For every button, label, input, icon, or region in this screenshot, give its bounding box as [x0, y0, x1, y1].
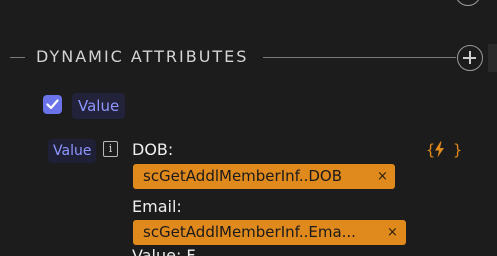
dob-label: DOB: — [132, 140, 174, 159]
email-binding-token[interactable]: scGetAddlMemberInf..Ema... × — [133, 220, 406, 245]
previous-section-add-icon[interactable] — [455, 0, 481, 6]
attribute-name-chip[interactable]: Value — [72, 93, 126, 119]
dob-token-remove-icon[interactable]: × — [377, 164, 388, 189]
dob-token-text: scGetAddlMemberInf..DOB — [143, 167, 343, 185]
dob-binding-token[interactable]: scGetAddlMemberInf..DOB × — [133, 164, 395, 189]
scrollbar-edge[interactable] — [488, 44, 497, 72]
dynamic-binding-button[interactable]: { } — [426, 139, 462, 163]
next-field-label: Value: F — [132, 246, 196, 256]
add-attribute-button[interactable] — [457, 45, 483, 71]
lightning-bolt-icon — [435, 141, 444, 158]
section-title: DYNAMIC ATTRIBUTES — [36, 47, 249, 66]
attribute-enabled-checkbox[interactable] — [43, 95, 62, 114]
checkmark-icon — [46, 99, 59, 110]
email-token-remove-icon[interactable]: × — [387, 220, 398, 245]
header-divider-left — [10, 57, 25, 58]
info-icon[interactable]: i — [103, 141, 118, 157]
email-token-text: scGetAddlMemberInf..Ema... — [143, 223, 356, 241]
email-label: Email: — [132, 197, 182, 216]
dynamic-attributes-panel: DYNAMIC ATTRIBUTES Value Value i DOB: sc… — [0, 0, 497, 256]
header-divider-right — [263, 57, 456, 58]
attribute-row-label: Value — [48, 139, 97, 163]
section-header: DYNAMIC ATTRIBUTES — [0, 44, 497, 72]
